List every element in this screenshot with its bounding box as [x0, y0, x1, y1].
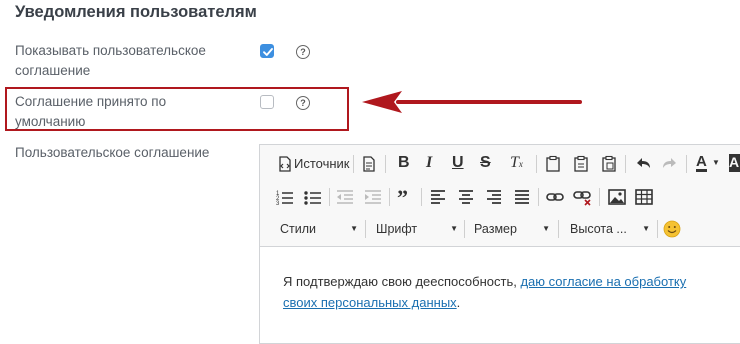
paste-text-icon[interactable] — [599, 154, 619, 174]
svg-text:3: 3 — [276, 201, 280, 207]
blockquote-icon[interactable]: ” — [397, 185, 408, 211]
emoji-icon[interactable] — [663, 220, 681, 238]
undo-icon[interactable] — [633, 154, 653, 174]
copy-icon[interactable] — [543, 154, 563, 174]
chevron-down-icon: ▼ — [642, 224, 650, 233]
editor-toolbar: Источник B I U S Tx A ▼ A 1 2 3 ” Стили … — [260, 145, 740, 247]
align-left-icon[interactable] — [428, 187, 448, 207]
table-icon[interactable] — [634, 187, 654, 207]
underline-icon[interactable]: U — [452, 154, 464, 172]
text-color-icon[interactable]: A — [696, 154, 707, 172]
annotation-arrow-icon — [362, 91, 582, 113]
italic-icon[interactable]: I — [426, 154, 432, 172]
line-height-dropdown[interactable]: Высота ... ▼ — [570, 219, 650, 239]
show-agreement-checkbox[interactable] — [260, 44, 274, 58]
content-period: . — [456, 295, 461, 310]
size-dropdown-label: Размер — [474, 222, 517, 236]
chevron-down-icon: ▼ — [542, 224, 550, 233]
align-center-icon[interactable] — [456, 187, 476, 207]
styles-dropdown-label: Стили — [280, 222, 317, 236]
bulleted-list-icon[interactable] — [303, 187, 323, 207]
default-accepted-label-line1: Соглашение принято по — [15, 94, 167, 109]
bold-icon[interactable]: B — [398, 154, 410, 172]
unlink-icon[interactable] — [573, 187, 593, 207]
default-accepted-label: Соглашение принято по умолчанию — [15, 92, 166, 132]
numbered-list-icon[interactable]: 1 2 3 — [275, 187, 295, 207]
styles-dropdown[interactable]: Стили ▼ — [280, 219, 358, 239]
image-icon[interactable] — [607, 187, 627, 207]
content-text: Я подтверждаю свою дееспособность, — [283, 274, 521, 289]
help-icon[interactable]: ? — [296, 45, 310, 59]
new-page-icon[interactable] — [359, 154, 379, 174]
default-accepted-checkbox[interactable] — [260, 95, 274, 109]
default-accepted-label-line2: умолчанию — [15, 114, 86, 129]
chevron-down-icon[interactable]: ▼ — [712, 158, 720, 167]
show-agreement-label-line2: соглашение — [15, 63, 91, 78]
agreement-text-label: Пользовательское соглашение — [15, 145, 210, 160]
help-icon[interactable]: ? — [296, 96, 310, 110]
font-dropdown-label: Шрифт — [376, 222, 418, 236]
section-title: Уведомления пользователям — [15, 3, 257, 21]
checkmark-icon — [263, 48, 273, 56]
line-height-dropdown-label: Высота ... — [570, 222, 627, 236]
show-agreement-label-line1: Показывать пользовательское — [15, 43, 206, 58]
align-right-icon[interactable] — [484, 187, 504, 207]
editor-content[interactable]: Я подтверждаю свою дееспособность, даю с… — [283, 271, 713, 313]
redo-icon[interactable] — [660, 154, 680, 174]
align-justify-icon[interactable] — [512, 187, 532, 207]
personal-data-link[interactable]: даю согласие на обработку — [520, 274, 686, 289]
show-agreement-label: Показывать пользовательское соглашение — [15, 41, 206, 81]
font-dropdown[interactable]: Шрифт ▼ — [376, 219, 458, 239]
link-icon[interactable] — [545, 187, 565, 207]
paste-icon[interactable] — [571, 154, 591, 174]
chevron-down-icon: ▼ — [350, 224, 358, 233]
chevron-down-icon: ▼ — [450, 224, 458, 233]
decrease-indent-icon[interactable] — [335, 187, 355, 207]
personal-data-link-continued[interactable]: своих персональных данных — [283, 295, 457, 310]
background-color-icon[interactable]: A — [729, 154, 740, 172]
increase-indent-icon[interactable] — [363, 187, 383, 207]
size-dropdown[interactable]: Размер ▼ — [474, 219, 550, 239]
source-icon[interactable] — [275, 154, 295, 174]
source-button-label[interactable]: Источник — [294, 156, 350, 171]
strikethrough-icon[interactable]: S — [480, 154, 491, 172]
remove-format-icon[interactable]: Tx — [510, 154, 523, 172]
